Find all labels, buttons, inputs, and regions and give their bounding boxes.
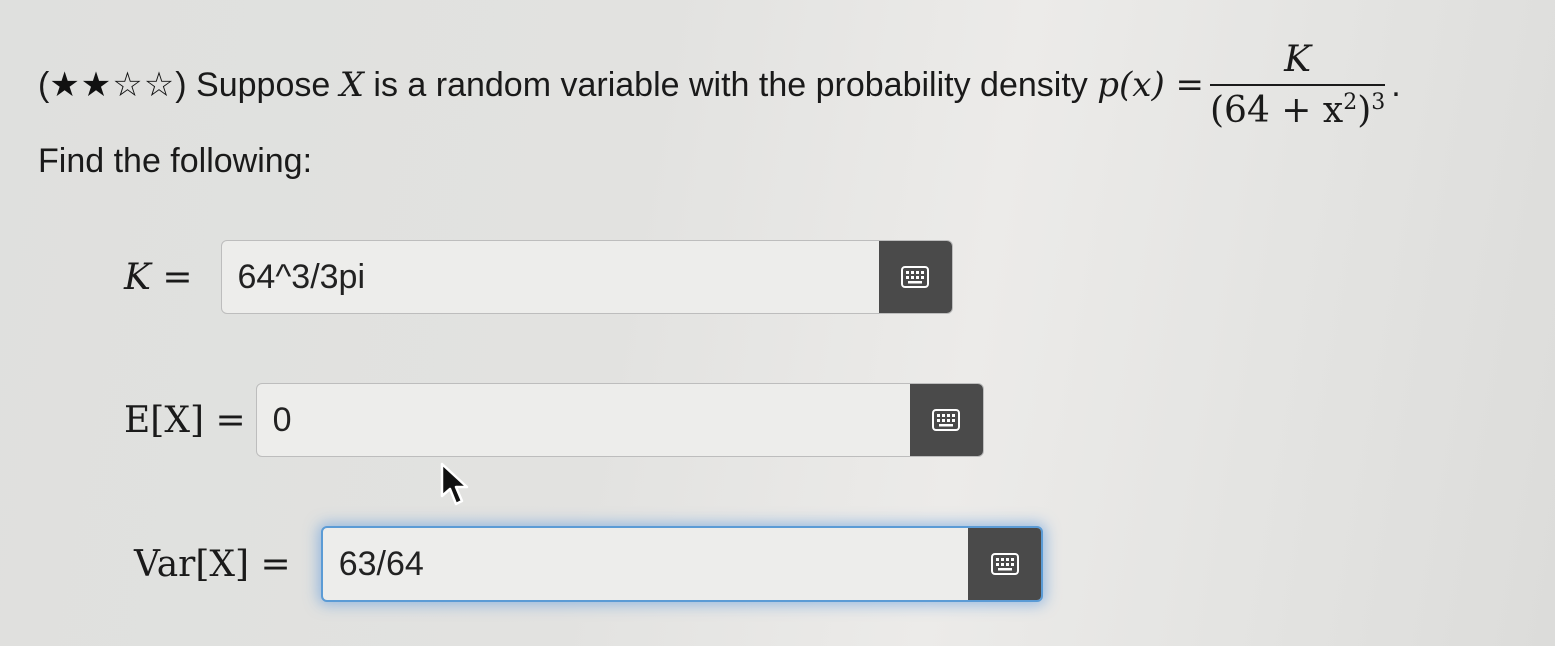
field-label-k: K = [124,256,193,298]
question-period: . [1391,65,1401,104]
answer-row-var: Var[X] = [134,526,1043,602]
fraction-numerator: K [1284,39,1312,80]
instruction-text: Find the following: [38,142,313,180]
keyboard-icon [901,266,930,288]
fraction-denominator: (64 + x2)3 [1210,90,1386,131]
density-lhs: p(x) = [1097,65,1204,105]
answer-field-k [220,240,953,314]
mouse-pointer-icon [440,462,469,506]
density-fraction: K (64 + x2)3 [1210,39,1386,131]
question-intro: Suppose [196,65,331,104]
answer-input-var[interactable] [322,528,969,600]
answer-input-ex[interactable] [256,384,911,456]
difficulty-stars: ★★☆☆ [49,65,175,105]
field-label-ex: E[X] = [124,399,246,441]
question-text: (★★☆☆) Suppose X is a random variable wi… [38,39,1401,131]
keyboard-icon [990,553,1019,575]
keyboard-icon [932,409,961,431]
keyboard-button-ex[interactable] [910,384,983,456]
answer-input-k[interactable] [221,241,880,313]
answer-row-ex: E[X] = [124,383,984,457]
random-variable: X [339,65,364,105]
field-label-var: Var[X] = [134,543,291,585]
answer-field-ex [255,383,984,457]
stars-empty: ☆☆ [112,66,176,104]
question-body: is a random variable with the probabilit… [373,65,1088,104]
answer-row-k: K = [124,240,953,314]
stars-filled: ★★ [49,66,113,104]
keyboard-button-k[interactable] [879,241,952,313]
keyboard-button-var[interactable] [968,528,1041,600]
answer-field-var [320,526,1043,602]
